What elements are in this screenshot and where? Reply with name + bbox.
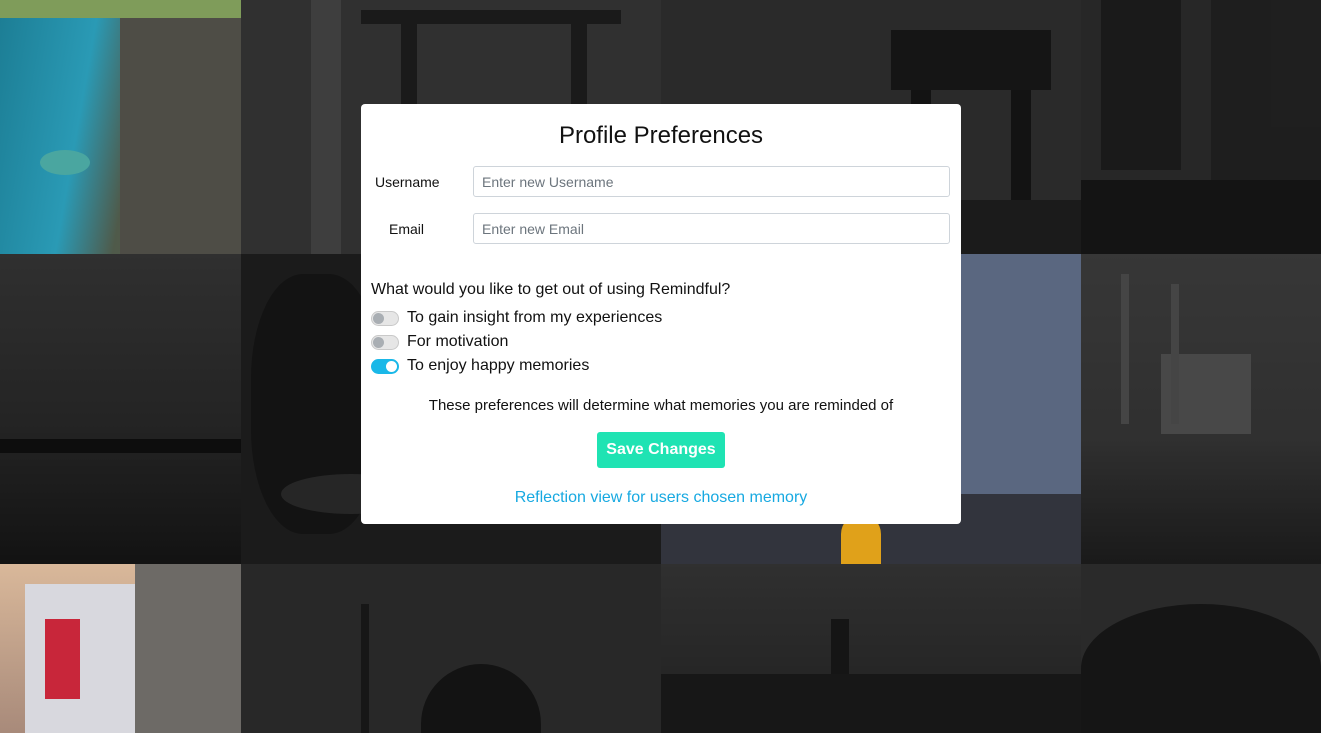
bg-photo-forest-hill [1081,564,1321,733]
bg-photo-hotel-street [0,564,241,733]
preference-row-happy-memories: To enjoy happy memories [371,356,589,376]
profile-preferences-modal: Profile Preferences Username Email What … [361,104,961,524]
bg-photo-mosque-waterfront [1081,254,1321,564]
username-label: Username [375,174,440,190]
modal-title: Profile Preferences [558,122,764,149]
preference-row-insight: To gain insight from my experiences [371,308,662,328]
bg-photo-city-skyline [661,564,1081,733]
reflection-view-link[interactable]: Reflection view for users chosen memory [361,489,961,507]
motivation-toggle[interactable] [371,334,399,350]
toggle-knob [373,336,384,348]
bg-photo-city-street [1081,0,1321,254]
bg-photo-sea-cliff [0,0,241,254]
email-input[interactable] [473,213,950,244]
bg-photo-river-bridge [0,254,241,564]
preference-row-motivation: For motivation [371,332,508,352]
insight-toggle[interactable] [371,310,399,326]
save-changes-button[interactable]: Save Changes [597,432,725,468]
email-label: Email [389,221,425,237]
toggle-knob [373,312,384,324]
preferences-note: These preferences will determine what me… [428,397,894,414]
happy-memories-toggle[interactable] [371,358,399,374]
insight-label: To gain insight from my experiences [407,309,663,326]
motivation-label: For motivation [407,333,509,350]
bg-photo-mosque-domes [241,564,661,733]
toggle-knob [386,360,397,372]
username-input[interactable] [473,166,950,197]
happy-memories-label: To enjoy happy memories [407,357,590,374]
preferences-question: What would you like to get out of using … [371,281,731,298]
